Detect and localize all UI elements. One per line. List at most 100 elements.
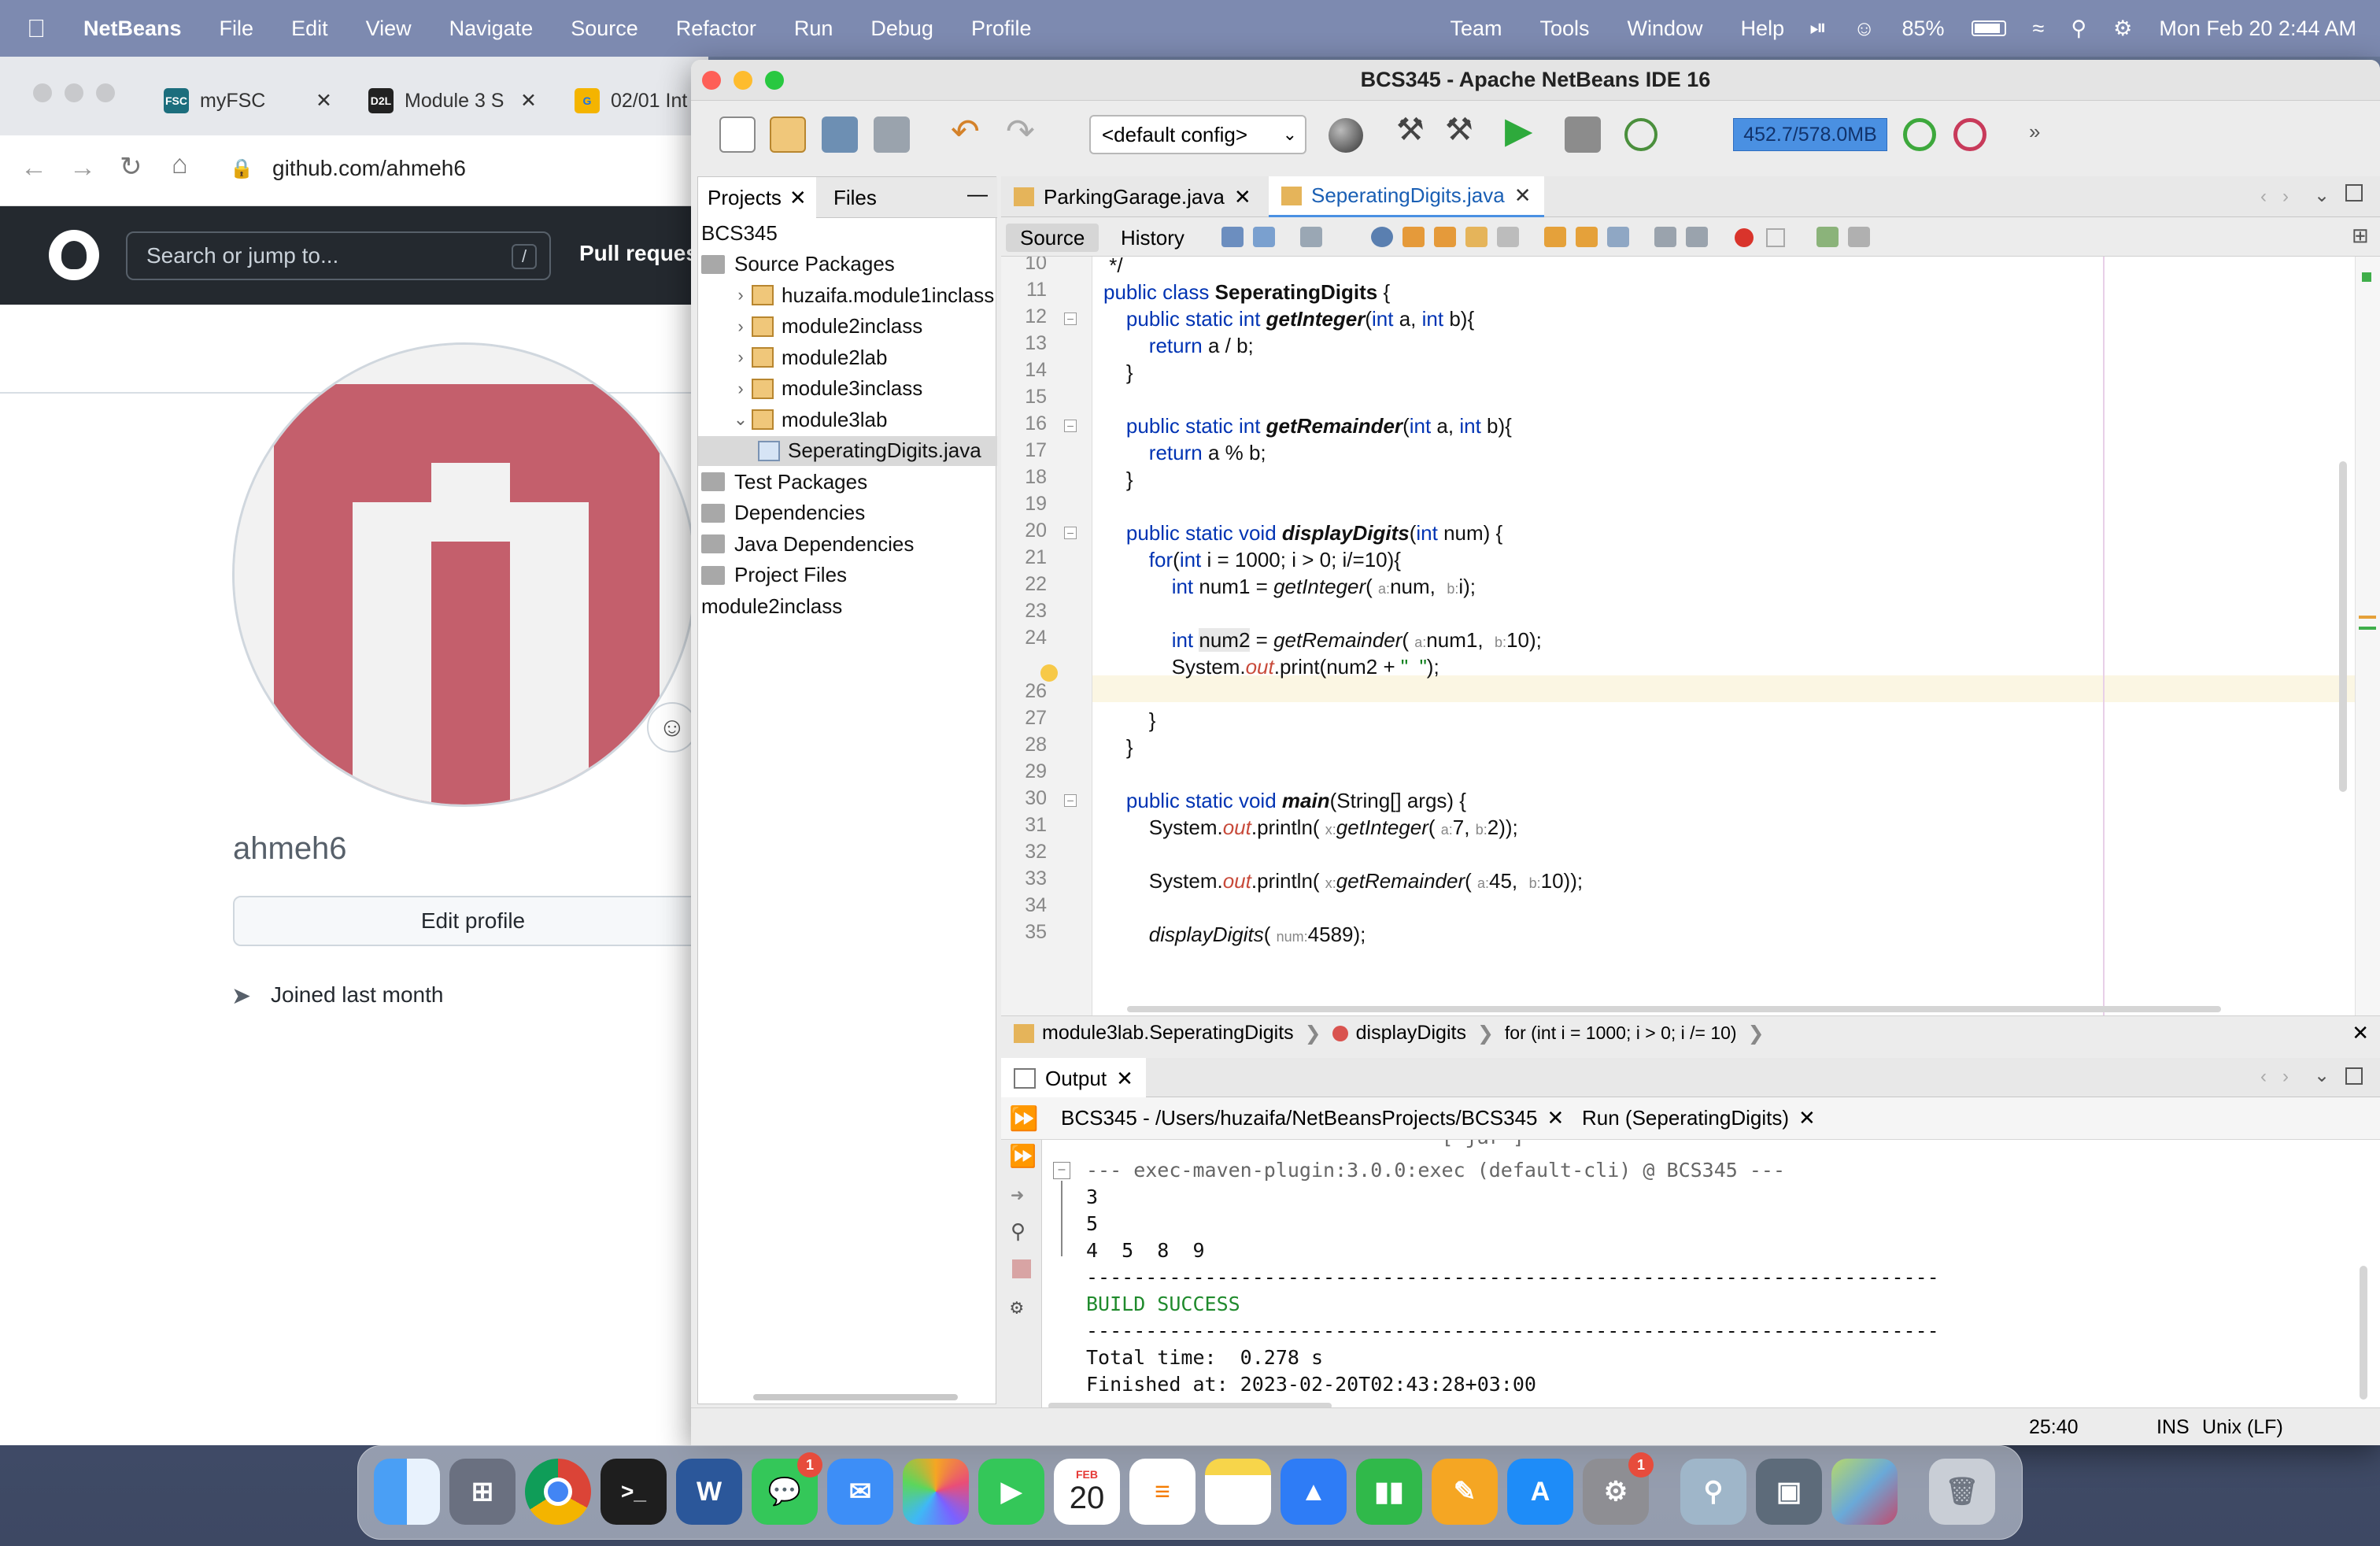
code-fold-icon[interactable]: – <box>1064 794 1077 807</box>
tab-output[interactable]: Output ✕ <box>1001 1058 1146 1099</box>
tab-files[interactable]: Files <box>824 177 886 218</box>
line-ending[interactable]: Unix (LF) <box>2202 1416 2283 1439</box>
preview-icon[interactable]: ⚲ <box>1680 1459 1746 1525</box>
minimize-window-button[interactable] <box>65 83 83 102</box>
tab-seperatingdigits[interactable]: SeperatingDigits.java ✕ <box>1269 176 1544 217</box>
reload-icon[interactable]: ↻ <box>120 151 142 183</box>
system-settings-icon[interactable]: ⚙ 1 <box>1583 1452 1654 1525</box>
tree-item[interactable]: Dependencies <box>698 498 997 528</box>
new-file-icon[interactable] <box>719 117 756 153</box>
toggle-highlight-icon[interactable] <box>1497 227 1519 247</box>
open-project-icon[interactable] <box>822 117 858 153</box>
scroll-tabs-left-icon[interactable]: ‹ <box>2260 1066 2267 1088</box>
shift-right-icon[interactable] <box>1686 227 1708 247</box>
menu-app-name[interactable]: NetBeans <box>65 17 201 41</box>
close-tab-icon[interactable]: ✕ <box>520 89 537 113</box>
forward-icon[interactable] <box>1300 227 1322 247</box>
finder-icon[interactable] <box>374 1459 440 1525</box>
expand-right-icon[interactable]: › <box>730 285 752 305</box>
run-icon[interactable]: ▶ <box>1505 109 1532 151</box>
numbers-icon[interactable]: ▮▮ <box>1356 1459 1422 1525</box>
close-tab-icon[interactable]: ✕ <box>1234 185 1251 209</box>
menu-window[interactable]: Window <box>1609 17 1722 41</box>
rerun-icon[interactable]: ⏩ <box>1009 1105 1038 1133</box>
history-button[interactable]: History <box>1107 224 1199 252</box>
breadcrumb-loop[interactable]: for (int i = 1000; i > 0; i /= 10) <box>1505 1023 1737 1044</box>
menu-view[interactable]: View <box>347 17 431 41</box>
change-mark[interactable] <box>2359 627 2376 630</box>
tree-item[interactable]: Java Dependencies <box>698 529 997 559</box>
menu-edit[interactable]: Edit <box>272 17 347 41</box>
scroll-tabs-right-icon[interactable]: › <box>2282 1066 2289 1088</box>
menu-navigate[interactable]: Navigate <box>431 17 552 41</box>
comment-icon[interactable] <box>1816 227 1839 247</box>
toggle-bookmark-icon[interactable] <box>1607 227 1629 247</box>
fold-icon[interactable]: – <box>1053 1162 1070 1179</box>
source-button[interactable]: Source <box>1006 224 1099 252</box>
minimize-panel-icon[interactable]: — <box>967 182 988 206</box>
find-output-icon[interactable]: ⚲ <box>1011 1220 1026 1244</box>
zoom-window-button[interactable] <box>765 71 784 90</box>
close-window-button[interactable] <box>33 83 52 102</box>
code-editor[interactable]: 10 11 12 – 13 14 15 16 – 17 18 19 20 – 21 22 23 24 26 27 28 2… <box>1001 257 2380 1015</box>
split-editor-icon[interactable]: ⊞ <box>2352 224 2369 248</box>
close-tab-icon[interactable]: ✕ <box>1547 1106 1565 1130</box>
tree-item[interactable]: module2inclass <box>698 591 997 621</box>
avatar[interactable] <box>232 342 697 807</box>
apple-menu-icon[interactable]:  <box>0 14 65 43</box>
config-select[interactable]: <default config> ⌄ <box>1089 115 1306 154</box>
scroll-tabs-right-icon[interactable]: › <box>2282 186 2289 208</box>
menu-refactor[interactable]: Refactor <box>657 17 775 41</box>
stop-icon[interactable] <box>1012 1259 1031 1278</box>
find-previous-icon[interactable] <box>1402 227 1425 247</box>
new-project-icon[interactable] <box>770 117 806 153</box>
control-center-icon[interactable]: ⚙ <box>2113 17 2132 41</box>
code-fold-icon[interactable]: – <box>1064 313 1077 325</box>
caret-position[interactable]: 25:40 <box>2029 1416 2079 1439</box>
browser-tab-module3[interactable]: D2L Module 3 S ✕ <box>354 74 551 128</box>
find-next-icon[interactable] <box>1434 227 1456 247</box>
close-tab-icon[interactable]: ✕ <box>1798 1106 1816 1130</box>
tree-item[interactable]: › huzaifa.module1inclass <box>698 280 997 310</box>
code-fold-icon[interactable]: – <box>1064 527 1077 539</box>
tree-item[interactable]: › module3inclass <box>698 374 997 404</box>
chevron-down-icon[interactable]: ⌄ <box>2314 1064 2330 1087</box>
maximize-icon[interactable] <box>2345 184 2363 202</box>
pages-icon[interactable]: ✎ <box>1432 1459 1498 1525</box>
next-bookmark-icon[interactable] <box>1576 227 1598 247</box>
tree-item[interactable]: SeperatingDigits.java <box>698 435 997 466</box>
record-macro-icon[interactable] <box>1735 228 1754 247</box>
user-status-icon[interactable]: ☺ <box>1853 17 1876 41</box>
notes-icon[interactable] <box>1205 1459 1271 1525</box>
scroll-tabs-left-icon[interactable]: ‹ <box>2260 186 2267 208</box>
launchpad-icon[interactable]: ⊞ <box>449 1459 516 1525</box>
word-icon[interactable]: W <box>676 1459 742 1525</box>
trash-icon[interactable]: 🗑 <box>1929 1459 1995 1525</box>
expand-right-icon[interactable]: › <box>730 379 752 399</box>
uncomment-icon[interactable] <box>1848 227 1870 247</box>
tree-item[interactable]: ⌄ module3lab <box>698 405 997 435</box>
menu-run[interactable]: Run <box>775 17 852 41</box>
clean-build-icon[interactable]: ⚒ <box>1445 112 1473 148</box>
home-icon[interactable]: ⌂ <box>172 150 188 180</box>
menu-debug[interactable]: Debug <box>852 17 952 41</box>
tab-run-output[interactable]: Run (SeperatingDigits) ✕ <box>1569 1097 1828 1138</box>
tree-item[interactable]: › module2inclass <box>698 312 997 342</box>
chrome-icon[interactable] <box>525 1459 591 1525</box>
rerun-with-params-icon[interactable]: ⏩ <box>1009 1143 1037 1169</box>
find-icon[interactable] <box>1371 227 1393 247</box>
status-emoji-button[interactable]: ☺ <box>647 702 697 753</box>
vertical-scrollbar[interactable] <box>2360 1266 2367 1400</box>
profile-icon[interactable] <box>1624 118 1658 151</box>
tab-parkinggarage[interactable]: ParkingGarage.java ✕ <box>1001 176 1264 217</box>
menu-file[interactable]: File <box>201 17 273 41</box>
menu-tools[interactable]: Tools <box>1521 17 1609 41</box>
search-icon[interactable]: ⚲ <box>2071 17 2086 41</box>
address-bar[interactable]: github.com/ahmeh6 <box>272 156 466 181</box>
stop-macro-icon[interactable] <box>1766 228 1785 247</box>
close-tab-icon[interactable]: ✕ <box>1116 1067 1133 1091</box>
horizontal-scrollbar[interactable] <box>753 1394 958 1400</box>
forward-arrow-icon[interactable]: → <box>69 153 96 183</box>
toolbar-overflow-icon[interactable]: » <box>2029 120 2040 144</box>
tree-item[interactable]: Source Packages <box>698 250 997 279</box>
